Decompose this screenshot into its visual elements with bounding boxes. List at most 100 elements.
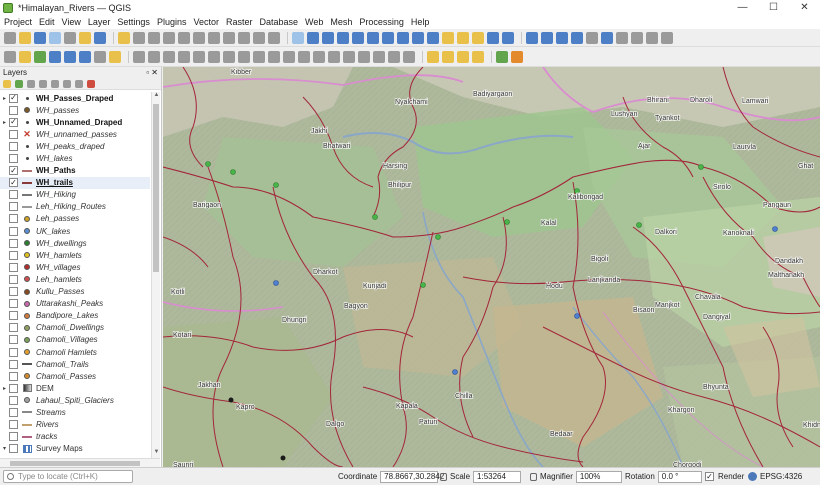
pan-hand-icon[interactable] (292, 31, 304, 44)
layer-visibility-checkbox[interactable] (9, 407, 18, 417)
layer-name[interactable]: WH_Passes_Draped (36, 94, 113, 103)
digitize-line-icon[interactable] (148, 50, 160, 63)
add-spatialite-icon[interactable] (79, 50, 91, 63)
identify-features-icon[interactable] (526, 31, 538, 44)
field-calculator-icon[interactable] (586, 31, 598, 44)
show-layout-manager-icon[interactable] (79, 31, 91, 44)
layer-visibility-checkbox[interactable] (9, 202, 18, 212)
layer-name[interactable]: WH_Hiking (36, 190, 76, 199)
layer-visibility-checkbox[interactable] (9, 335, 18, 345)
layer-visibility-checkbox[interactable] (9, 154, 18, 164)
layer-name[interactable]: WH_lakes (36, 154, 72, 163)
close-button[interactable]: ✕ (789, 0, 820, 15)
layer-row[interactable]: Kullu_Passes (0, 286, 150, 298)
vertex-tool-icon[interactable] (178, 31, 190, 44)
manage-map-themes-icon[interactable] (27, 79, 35, 88)
save-edits-icon[interactable] (148, 31, 160, 44)
rotation-spinbox[interactable]: 0.0 ° (657, 470, 702, 483)
zoom-native-icon[interactable] (397, 31, 409, 44)
text-annotation-icon[interactable] (661, 31, 673, 44)
map-canvas[interactable]: Kibber Badiyargaon Nyalchami Bhirani Dharoli… (163, 67, 820, 467)
move-feature-icon[interactable] (178, 50, 190, 63)
layer-visibility-checkbox[interactable] (9, 105, 18, 115)
layer-row[interactable]: WH_dwellings (0, 237, 150, 249)
layer-name[interactable]: WH_Paths (36, 166, 76, 175)
layer-row[interactable]: Leh_passes (0, 213, 150, 225)
layer-row[interactable]: ▾ Survey Maps (0, 443, 150, 455)
open-layer-styling-icon[interactable] (3, 79, 11, 88)
render-checkbox[interactable]: ✓ (705, 472, 714, 481)
menu-vector[interactable]: Vector (193, 17, 219, 27)
pin-labels-icon[interactable] (442, 50, 454, 63)
layer-row[interactable]: tracks (0, 431, 150, 443)
layer-row[interactable]: ✓ WH_trails (0, 176, 150, 189)
add-ring-icon[interactable] (223, 50, 235, 63)
add-part-icon[interactable] (238, 50, 250, 63)
layer-row[interactable]: Rivers (0, 419, 150, 431)
layer-visibility-checkbox[interactable] (9, 383, 18, 393)
undo-icon[interactable] (253, 31, 265, 44)
layer-row[interactable]: Chamoli_Villages (0, 334, 150, 346)
menu-mesh[interactable]: Mesh (330, 17, 352, 27)
zoom-in-icon[interactable] (322, 31, 334, 44)
data-source-manager-icon[interactable] (4, 50, 16, 63)
layer-row[interactable]: WH_villages (0, 261, 150, 273)
layer-row[interactable]: ▸ DEM (0, 382, 150, 394)
select-by-value-icon[interactable] (556, 31, 568, 44)
layer-visibility-checkbox[interactable] (9, 395, 18, 405)
layer-name[interactable]: DEM (36, 384, 54, 393)
layer-row[interactable]: WH_peaks_draped (0, 140, 150, 152)
layer-name[interactable]: Rivers (36, 420, 59, 429)
layer-name[interactable]: Chamoli Hamlets (36, 348, 97, 357)
layer-visibility-checkbox[interactable] (9, 359, 18, 369)
layer-name[interactable]: Kullu_Passes (36, 287, 84, 296)
layer-name[interactable]: WH_passes (36, 106, 79, 115)
offset-curve-icon[interactable] (313, 50, 325, 63)
new-3d-view-icon[interactable] (457, 31, 469, 44)
layer-visibility-checkbox[interactable] (9, 311, 18, 321)
layer-name[interactable]: Uttarakashi_Peaks (36, 299, 103, 308)
layer-visibility-checkbox[interactable]: ✓ (9, 166, 18, 176)
layer-tree-vertical-scrollbar[interactable]: ▲ ▼ (151, 92, 160, 458)
open-project-icon[interactable] (19, 31, 31, 44)
reshape-features-icon[interactable] (298, 50, 310, 63)
menu-help[interactable]: Help (411, 17, 430, 27)
add-mesh-layer-icon[interactable] (49, 50, 61, 63)
python-console-icon[interactable] (496, 50, 508, 63)
zoom-to-layer-icon[interactable] (382, 31, 394, 44)
statistical-summary-icon[interactable] (616, 31, 628, 44)
new-map-view-icon[interactable] (442, 31, 454, 44)
refresh-icon[interactable] (502, 31, 514, 44)
layer-name[interactable]: WH_dwellings (36, 239, 87, 248)
temporal-controller-icon[interactable] (487, 31, 499, 44)
layer-visibility-checkbox[interactable] (9, 444, 18, 454)
split-features-icon[interactable] (328, 50, 340, 63)
layer-row[interactable]: ▸ ✓ WH_Passes_Draped (0, 92, 150, 104)
menu-settings[interactable]: Settings (117, 17, 150, 27)
layer-row[interactable]: Bandipore_Lakes (0, 310, 150, 322)
layer-row[interactable]: ✓ WH_Paths (0, 165, 150, 177)
layer-visibility-checkbox[interactable] (9, 299, 18, 309)
rotate-point-symbols-icon[interactable] (388, 50, 400, 63)
layer-visibility-checkbox[interactable] (9, 287, 18, 297)
layer-name[interactable]: Lahaul_Spiti_Glaciers (36, 396, 114, 405)
scrollbar-thumb[interactable] (153, 104, 159, 272)
layer-expander-icon[interactable]: ▸ (0, 119, 9, 126)
layer-name[interactable]: Chamoli_Trails (36, 360, 89, 369)
rotate-feature-icon[interactable] (193, 50, 205, 63)
layer-visibility-checkbox[interactable] (9, 129, 18, 139)
layer-name[interactable]: WH_unnamed_passes (36, 130, 117, 139)
fill-ring-icon[interactable] (253, 50, 265, 63)
edit-pencil-icon[interactable] (118, 31, 130, 44)
zoom-out-icon[interactable] (337, 31, 349, 44)
layer-tree-horizontal-scrollbar[interactable] (0, 458, 160, 467)
layer-row[interactable]: Chamoli_Trails (0, 358, 150, 370)
add-raster-layer-icon[interactable] (34, 50, 46, 63)
add-wfs-layer-icon[interactable] (109, 50, 121, 63)
scale-combo[interactable]: 1:53264 (473, 470, 522, 483)
split-parts-icon[interactable] (343, 50, 355, 63)
measure-line-icon[interactable] (631, 31, 643, 44)
layer-name[interactable]: Bandipore_Lakes (36, 311, 98, 320)
crs-label[interactable]: EPSG:4326 (760, 472, 802, 481)
highlight-labels-icon[interactable] (457, 50, 469, 63)
